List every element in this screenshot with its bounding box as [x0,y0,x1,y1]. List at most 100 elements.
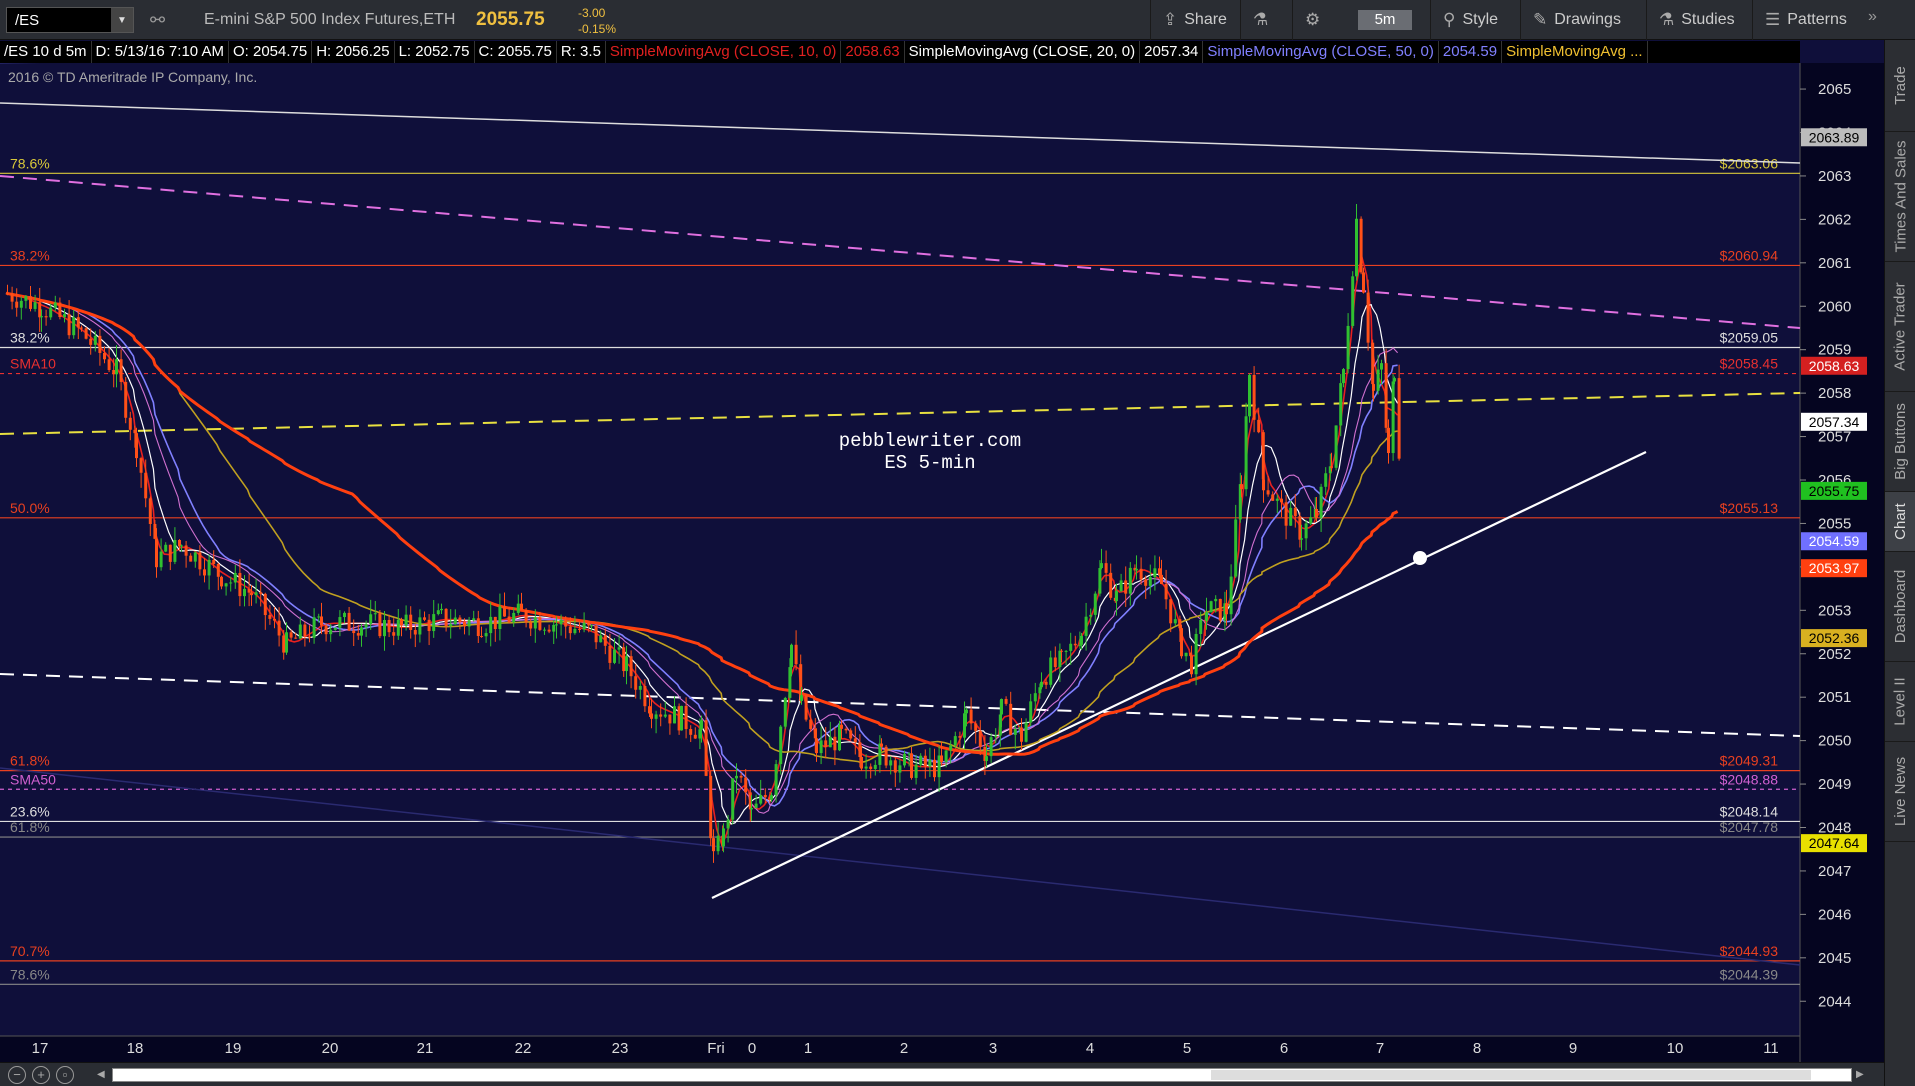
study-header: /ES 10 d 5m D: 5/13/16 7:10 AM O: 2054.7… [0,41,1800,63]
candle-body [1330,466,1333,468]
candle-body [128,417,132,430]
price-tick-label: 2050 [1818,733,1851,750]
sidebar-tab-label: Dashboard [1892,569,1910,644]
settings-button[interactable]: ⚙ [1292,0,1344,40]
sidebar-tab-trade[interactable]: Trade [1885,40,1915,132]
gear-icon: ⚙ [1305,10,1321,29]
candle-body [809,719,813,729]
candle-body [1339,383,1343,426]
candle-body [693,734,697,739]
price-tick-label: 2063 [1818,168,1851,185]
candle-body [698,729,702,739]
sma20-label[interactable]: SimpleMovingAvg (CLOSE, 20, 0) [905,41,1141,63]
candle-body [1180,628,1183,657]
chevron-down-icon[interactable]: ▼ [111,8,133,32]
zoom-in-icon[interactable]: + [32,1066,50,1084]
candle-body [1387,427,1390,454]
zoom-fit-icon[interactable]: ▫ [56,1066,74,1084]
candle-body [1169,599,1173,624]
time-tick-label: 9 [1569,1040,1577,1057]
candle-body [423,617,426,620]
timeframe-selector[interactable]: 5m [1358,10,1412,30]
price-tag: 2052.36 [1809,630,1860,646]
time-tick-label: 0 [748,1040,756,1057]
candle-body [974,723,978,731]
sidebar-tab-level-ii[interactable]: Level II [1885,662,1915,742]
scroll-track[interactable] [112,1068,1852,1082]
candle-body [369,614,373,625]
sidebar-tab-dashboard[interactable]: Dashboard [1885,552,1915,662]
time-tick-label: 18 [127,1040,144,1057]
price-tick-label: 2047 [1818,863,1851,880]
sidebar-tab-label: Chart [1892,503,1909,540]
level-right-label: $2058.45 [1720,356,1779,372]
price-chart[interactable]: 2016 © TD Ameritrade IP Company, Inc. 78… [0,63,1884,1062]
candle-body [520,603,523,610]
sma50-label[interactable]: SimpleMovingAvg (CLOSE, 50, 0) [1203,41,1439,63]
level-right-label: $2044.39 [1720,966,1779,982]
candle-body [155,538,158,568]
scroll-thumb[interactable] [1211,1070,1811,1080]
time-tick-label: 22 [515,1040,532,1057]
candle-body [573,628,577,634]
candle-body [648,706,651,714]
candle-body [804,695,808,720]
sma-more-label[interactable]: SimpleMovingAvg ... [1502,41,1648,63]
candle-body [396,619,400,636]
candle-body [578,628,581,630]
sidebar-tab-big-buttons[interactable]: Big Buttons [1885,392,1915,492]
candle-body [467,620,471,627]
patterns-icon: ☰ [1765,10,1781,29]
sma50-value: 2054.59 [1439,41,1503,63]
candle-body [860,757,863,769]
share-icon: ⇪ [1163,10,1178,29]
patterns-button[interactable]: ☰ Patterns [1752,0,1870,40]
candle-body [409,614,413,630]
candle-body [1115,591,1118,602]
candle-body [378,613,382,637]
style-button[interactable]: ⚲ Style [1430,0,1518,40]
link-icon[interactable]: ⚯ [150,10,165,31]
candle-body [790,644,793,668]
candle-body [1009,703,1013,735]
scroll-right-arrow[interactable]: ▶ [1856,1068,1868,1082]
time-tick-label: 11 [1763,1040,1779,1057]
sidebar-tab-times-and-sales[interactable]: Times And Sales [1885,132,1915,262]
price-tag: 2058.63 [1809,358,1860,374]
candle-body [873,764,877,769]
studies-button[interactable]: ⚗ Studies [1646,0,1754,40]
sidebar-tab-chart[interactable]: Chart [1885,492,1915,552]
candle-body [103,352,106,360]
candle-body [1194,633,1198,675]
share-button[interactable]: ⇪ Share [1150,0,1238,40]
candle-body [343,612,346,618]
candle-body [383,620,386,637]
scroll-left-arrow[interactable]: ◀ [97,1068,109,1082]
zoom-out-icon[interactable]: − [8,1066,26,1084]
sidebar-tab-label: Level II [1892,677,1909,726]
sidebar-tab-active-trader[interactable]: Active Trader [1885,262,1915,392]
symbol-selector[interactable]: /ES ▼ [6,7,134,33]
candle-body [833,736,837,751]
candle-body [1190,655,1193,675]
candle-body [243,588,246,597]
trendline-anchor-dot[interactable] [1413,551,1427,565]
flask-icon: ⚗ [1253,10,1269,29]
sma20-value: 2057.34 [1140,41,1204,63]
sidebar-tab-live-news[interactable]: Live News [1885,742,1915,842]
candle-body [1300,538,1303,540]
candle-body [1084,616,1088,636]
sidebar-tab-label: Trade [1892,66,1910,105]
expand-icon[interactable]: » [1868,8,1877,26]
right-sidebar: Trade Times And Sales Active Trader Big But… [1884,40,1915,1086]
candle-body [1240,484,1243,490]
flask-button[interactable]: ⚗ [1240,0,1290,40]
candle-body [704,720,708,776]
drawings-button[interactable]: ✎ Drawings [1520,0,1648,40]
candle-body [889,760,893,766]
candle-body [148,498,152,524]
sma10-label[interactable]: SimpleMovingAvg (CLOSE, 10, 0) [606,41,842,63]
candle-body [722,828,725,847]
price-tick-label: 2049 [1818,776,1851,793]
candle-body [449,623,453,627]
